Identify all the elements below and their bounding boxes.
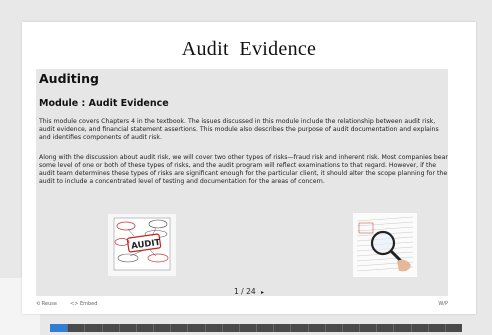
magnifier-documents-image	[353, 213, 417, 277]
progress-segment-divider	[238, 324, 240, 332]
risk-paragraph: Along with the discussion about audit ri…	[39, 154, 448, 186]
progress-segment-divider	[118, 324, 120, 332]
progress-segment-divider	[187, 324, 189, 332]
slide-pager: 1 / 24 ▸	[22, 287, 476, 296]
slide-progress-bar[interactable]	[50, 324, 462, 332]
progress-segment-divider	[376, 324, 378, 332]
progress-segment-divider	[204, 324, 206, 332]
audit-sketch-image: AUDIT	[108, 214, 176, 276]
viewer-footer: ⟲ Reuse <> Embed W/P	[36, 301, 448, 311]
progress-segment-divider	[256, 324, 257, 332]
module-subheading: Module : Audit Evidence	[39, 98, 169, 109]
progress-segment-divider	[221, 324, 223, 332]
progress-segment-divider	[393, 324, 395, 332]
progress-segment-divider	[359, 324, 360, 332]
progress-segment-divider	[67, 324, 69, 332]
progress-segment-divider	[324, 324, 326, 332]
slide-title: Audit Evidence	[181, 38, 317, 60]
embed-button[interactable]: <> Embed	[70, 301, 97, 307]
progress-fill	[50, 324, 68, 332]
brand-label: W/P	[438, 301, 448, 307]
progress-segment-divider	[101, 324, 103, 332]
progress-segment-divider	[170, 324, 172, 332]
slide-viewer: Audit Evidence Auditing Module : Audit E…	[22, 22, 476, 332]
progress-segment-divider	[341, 324, 343, 332]
progress-segment-divider	[307, 324, 309, 332]
progress-segment-divider	[410, 324, 412, 332]
slide-heading: Auditing	[39, 71, 99, 86]
page-separator: /	[241, 287, 244, 296]
next-slide-icon[interactable]: ▸	[261, 289, 264, 296]
progress-segment-divider	[135, 324, 137, 332]
slide-content: Auditing Module : Audit Evidence This mo…	[36, 69, 462, 332]
current-page: 1	[233, 287, 239, 296]
progress-segment-divider	[153, 324, 154, 332]
progress-segment-divider	[84, 324, 86, 332]
progress-segment-divider	[273, 324, 275, 332]
total-pages: 24	[246, 287, 256, 296]
reuse-button[interactable]: ⟲ Reuse	[36, 301, 57, 307]
progress-segment-divider	[444, 324, 446, 332]
progress-segment-divider	[427, 324, 429, 332]
progress-segment-divider	[290, 324, 292, 332]
intro-paragraph: This module covers Chapters 4 in the tex…	[39, 118, 439, 142]
